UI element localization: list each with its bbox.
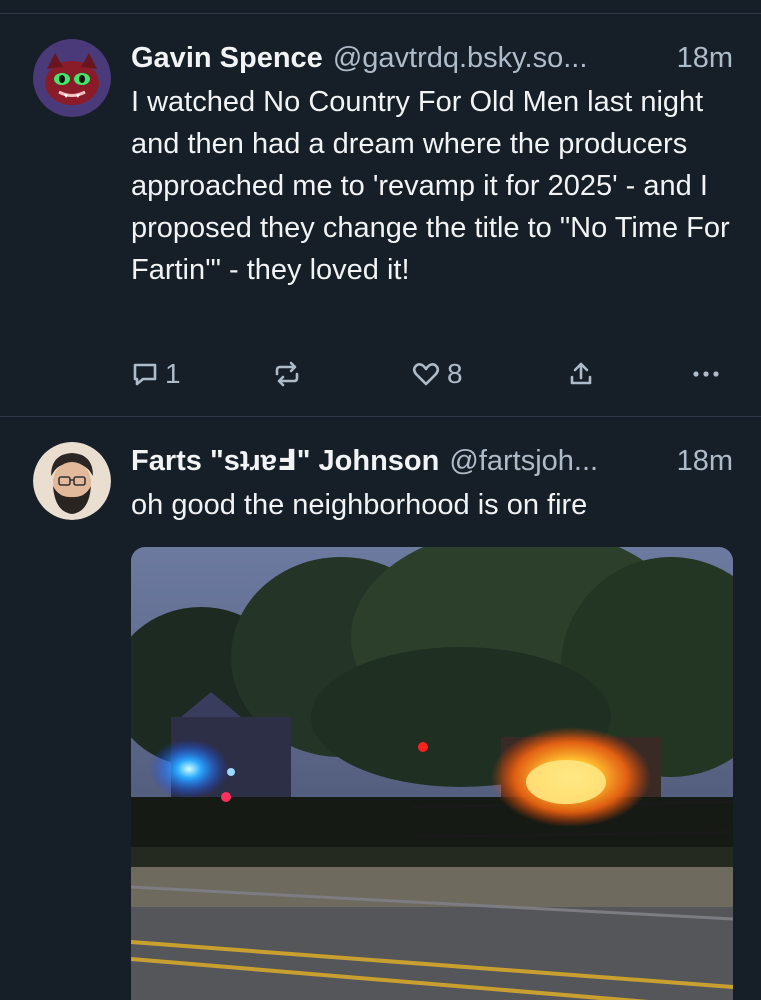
- share-button[interactable]: [567, 354, 595, 394]
- timestamp[interactable]: 18m: [677, 441, 733, 481]
- post-header: Gavin Spence @gavtrdq.bsky.so... 18m: [131, 38, 733, 78]
- post-text: I watched No Country For Old Men last ni…: [131, 86, 730, 286]
- repost-arrows-icon: [272, 360, 302, 388]
- display-name[interactable]: Farts "sʇɹɐℲ" Johnson: [131, 441, 439, 481]
- handle[interactable]: @gavtrdq.bsky.so...: [333, 38, 663, 78]
- post-image[interactable]: [131, 547, 733, 1000]
- post-farts-johnson[interactable]: Farts "sʇɹɐℲ" Johnson @fartsjoh... 18m o…: [0, 417, 761, 1000]
- handle[interactable]: @fartsjoh...: [449, 441, 662, 481]
- avatar[interactable]: [33, 442, 111, 520]
- post-actions: 1 8: [131, 354, 731, 394]
- post-gavin-spence[interactable]: Gavin Spence @gavtrdq.bsky.so... 18m I w…: [0, 14, 761, 416]
- timestamp[interactable]: 18m: [677, 38, 733, 78]
- speech-bubble-icon: [131, 360, 159, 388]
- display-name[interactable]: Gavin Spence: [131, 38, 323, 78]
- like-button[interactable]: 8: [411, 354, 463, 394]
- reply-button[interactable]: 1: [131, 354, 181, 394]
- like-count: 8: [447, 358, 463, 389]
- repost-button[interactable]: [272, 354, 302, 394]
- ellipsis-icon: [691, 360, 721, 388]
- share-upload-icon: [567, 360, 595, 388]
- post-header: Farts "sʇɹɐℲ" Johnson @fartsjoh... 18m: [131, 441, 733, 481]
- post-text: oh good the neighborhood is on fire: [131, 489, 588, 521]
- reply-count: 1: [165, 358, 181, 389]
- avatar[interactable]: [33, 39, 111, 117]
- more-options-button[interactable]: [691, 354, 721, 394]
- heart-icon: [411, 360, 441, 388]
